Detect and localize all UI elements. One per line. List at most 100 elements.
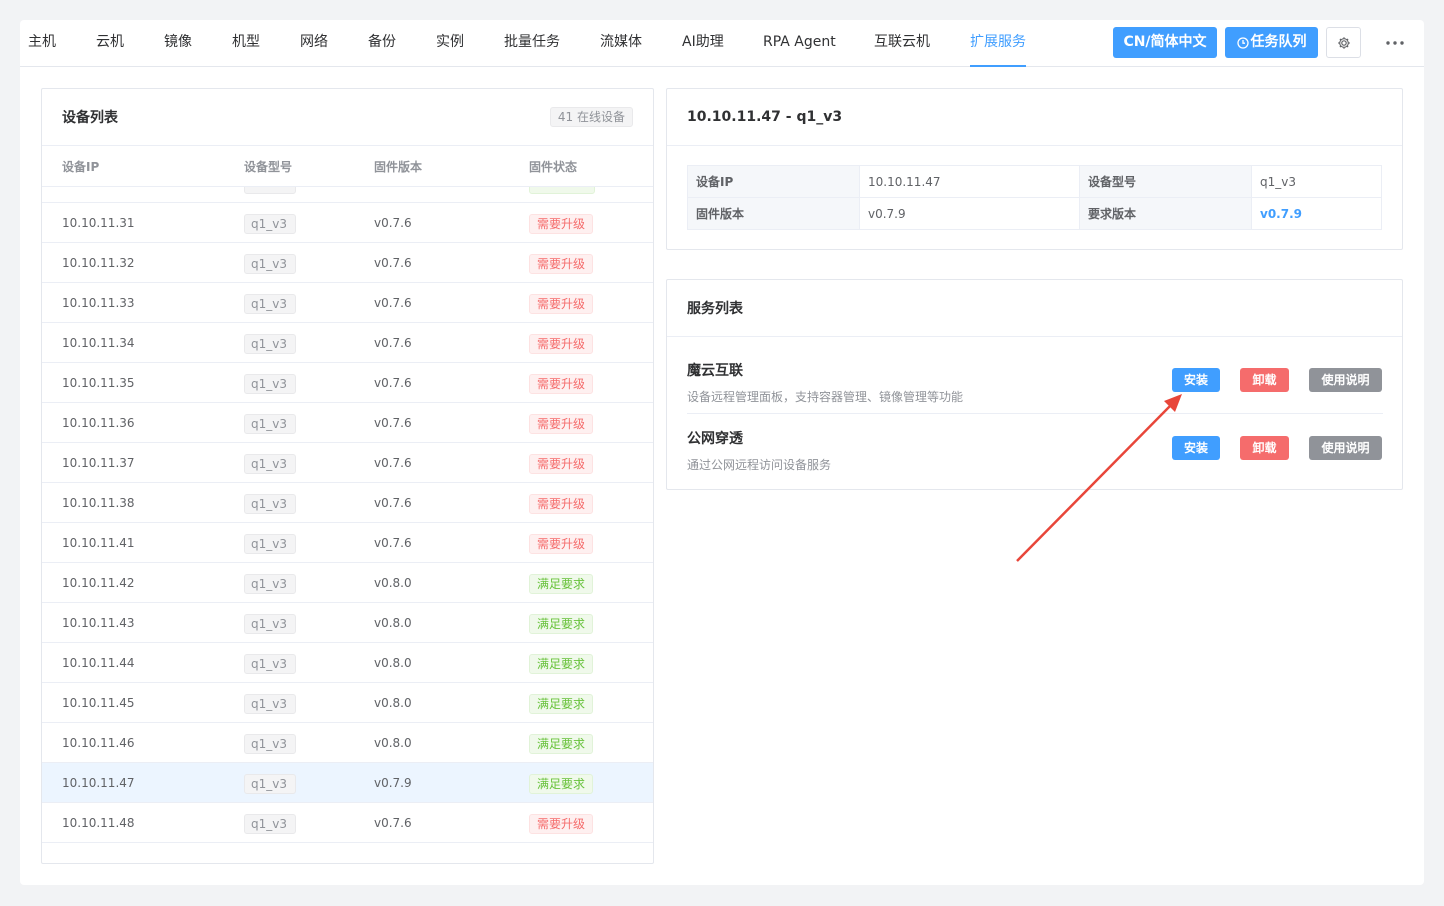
tab-host[interactable]: 主机 — [28, 20, 56, 67]
row-status-tag: 需要升级 — [529, 814, 594, 834]
uninstall-button[interactable]: 卸载 — [1240, 368, 1289, 392]
column-device-model: 设备型号 — [244, 160, 293, 174]
row-device-ip: 10.10.11.47 — [62, 776, 135, 790]
table-row[interactable]: 10.10.11.38 q1_v3 v0.7.6 需要升级 — [42, 483, 653, 523]
table-row[interactable]: 10.10.11.48 q1_v3 v0.7.6 需要升级 — [42, 803, 653, 843]
device-detail-header: 10.10.11.47 - q1_v3 — [667, 89, 1402, 146]
top-nav: 主机 云机 镜像 机型 网络 备份 实例 批量任务 流媒体 AI助理 RPA A… — [20, 20, 1424, 67]
row-device-ip: 10.10.11.44 — [62, 656, 135, 670]
device-ip-value: 10.10.11.47 — [859, 165, 1080, 198]
service-item-tunnel: 公网穿透 通过公网远程访问设备服务 安装 卸载 使用说明 — [687, 428, 1383, 482]
row-firmware-version: v0.7.6 — [374, 376, 412, 390]
table-row[interactable]: 10.10.11.43 q1_v3 v0.8.0 满足要求 — [42, 603, 653, 643]
row-model-tag: q1_v3 — [244, 294, 296, 314]
table-row[interactable]: 10.10.11.45 q1_v3 v0.8.0 满足要求 — [42, 683, 653, 723]
column-device-ip: 设备IP — [62, 160, 100, 174]
row-model-tag: q1_v3 — [244, 574, 296, 594]
row-firmware-version: v0.8.0 — [374, 616, 412, 630]
tab-instance[interactable]: 实例 — [436, 20, 464, 67]
service-item-moyun: 魔云互联 设备远程管理面板，支持容器管理、镜像管理等功能 安装 卸载 使用说明 — [687, 360, 1383, 414]
row-firmware-version: v0.8.0 — [374, 656, 412, 670]
table-row[interactable]: 10.10.11.35 q1_v3 v0.7.6 需要升级 — [42, 363, 653, 403]
row-model-tag: q1_v3 — [244, 534, 296, 554]
install-button[interactable]: 安装 — [1172, 436, 1220, 460]
device-list-title: 设备列表 — [62, 110, 118, 126]
tab-batch-task[interactable]: 批量任务 — [504, 20, 560, 67]
row-model-tag: q1_v3 — [244, 254, 296, 274]
row-firmware-version: v0.8.0 — [374, 736, 412, 750]
guide-button[interactable]: 使用说明 — [1309, 368, 1382, 392]
row-status-tag: 满足要求 — [529, 614, 594, 634]
row-firmware-version: v0.7.6 — [374, 256, 412, 270]
row-model-tag: q1_v3 — [244, 734, 296, 754]
table-row-partial[interactable] — [42, 187, 653, 203]
table-row[interactable]: 10.10.11.41 q1_v3 v0.7.6 需要升级 — [42, 523, 653, 563]
row-firmware-version: v0.7.6 — [374, 496, 412, 510]
table-row[interactable]: 10.10.11.37 q1_v3 v0.7.6 需要升级 — [42, 443, 653, 483]
task-queue-label: 任务队列 — [1250, 34, 1307, 50]
task-queue-button[interactable]: 任务队列 — [1225, 27, 1318, 58]
row-status-tag: 满足要求 — [529, 654, 594, 674]
tab-model[interactable]: 机型 — [232, 20, 260, 67]
device-table-body[interactable]: 10.10.11.31 q1_v3 v0.7.6 需要升级 10.10.11.32 q1_… — [42, 187, 653, 854]
row-status-tag: 需要升级 — [529, 214, 594, 234]
row-status-tag: 需要升级 — [529, 414, 594, 434]
row-device-ip: 10.10.11.34 — [62, 336, 135, 350]
device-list-header: 设备列表 41 在线设备 — [42, 89, 653, 146]
tab-image[interactable]: 镜像 — [164, 20, 192, 67]
tab-ai-assistant[interactable]: AI助理 — [682, 20, 724, 67]
row-model-tag: q1_v3 — [244, 494, 296, 514]
row-status-tag: 满足要求 — [529, 774, 594, 794]
table-row[interactable]: 10.10.11.36 q1_v3 v0.7.6 需要升级 — [42, 403, 653, 443]
guide-button[interactable]: 使用说明 — [1309, 436, 1382, 460]
service-list-card: 服务列表 魔云互联 设备远程管理面板，支持容器管理、镜像管理等功能 安装 卸载 … — [666, 279, 1403, 490]
device-info-table: 设备IP 10.10.11.47 设备型号 q1_v3 固件版本 v0.7.9 … — [687, 165, 1382, 230]
row-device-ip: 10.10.11.38 — [62, 496, 135, 510]
table-row[interactable]: 10.10.11.31 q1_v3 v0.7.6 需要升级 — [42, 203, 653, 243]
row-status-tag: 需要升级 — [529, 254, 594, 274]
row-device-ip: 10.10.11.35 — [62, 376, 135, 390]
table-row[interactable]: 10.10.11.32 q1_v3 v0.7.6 需要升级 — [42, 243, 653, 283]
settings-button[interactable] — [1326, 27, 1361, 58]
row-firmware-version: v0.8.0 — [374, 576, 412, 590]
table-row[interactable]: 10.10.11.44 q1_v3 v0.8.0 满足要求 — [42, 643, 653, 683]
install-button[interactable]: 安装 — [1172, 368, 1220, 392]
uninstall-button[interactable]: 卸载 — [1240, 436, 1289, 460]
app-shell: 主机 云机 镜像 机型 网络 备份 实例 批量任务 流媒体 AI助理 RPA A… — [20, 20, 1424, 885]
row-device-ip: 10.10.11.31 — [62, 216, 135, 230]
table-row[interactable]: 10.10.11.33 q1_v3 v0.7.6 需要升级 — [42, 283, 653, 323]
more-icon[interactable] — [1384, 32, 1406, 54]
table-row[interactable]: 10.10.11.34 q1_v3 v0.7.6 需要升级 — [42, 323, 653, 363]
table-row[interactable]: 10.10.11.42 q1_v3 v0.8.0 满足要求 — [42, 563, 653, 603]
row-device-ip: 10.10.11.45 — [62, 696, 135, 710]
tab-rpa-agent[interactable]: RPA Agent — [763, 20, 836, 67]
firmware-version-value: v0.7.9 — [859, 197, 1080, 230]
tab-network[interactable]: 网络 — [300, 20, 328, 67]
column-firmware-version: 固件版本 — [374, 160, 423, 174]
table-row[interactable]: 10.10.11.47 q1_v3 v0.7.9 满足要求 — [42, 763, 653, 803]
model-tag — [244, 187, 296, 194]
required-version-label: 要求版本 — [1079, 197, 1252, 230]
row-device-ip: 10.10.11.46 — [62, 736, 135, 750]
tab-cloud-machine[interactable]: 云机 — [96, 20, 124, 67]
device-ip-label: 设备IP — [687, 165, 860, 198]
firmware-version-label: 固件版本 — [687, 197, 860, 230]
row-model-tag: q1_v3 — [244, 414, 296, 434]
row-firmware-version: v0.7.6 — [374, 416, 412, 430]
table-row[interactable]: 10.10.11.46 q1_v3 v0.8.0 满足要求 — [42, 723, 653, 763]
tab-backup[interactable]: 备份 — [368, 20, 396, 67]
online-count-badge: 41 在线设备 — [549, 107, 633, 127]
row-model-tag: q1_v3 — [244, 694, 296, 714]
language-button[interactable]: CN/简体中文 — [1113, 27, 1217, 58]
tab-extension-service[interactable]: 扩展服务 — [970, 20, 1026, 67]
device-detail-card: 10.10.11.47 - q1_v3 设备IP 10.10.11.47 设备型… — [666, 88, 1403, 250]
row-model-tag: q1_v3 — [244, 374, 296, 394]
row-model-tag: q1_v3 — [244, 454, 296, 474]
row-firmware-version: v0.7.6 — [374, 816, 412, 830]
tab-streaming[interactable]: 流媒体 — [600, 20, 642, 67]
tab-connected-cloud[interactable]: 互联云机 — [874, 20, 930, 67]
service-list-title: 服务列表 — [687, 301, 743, 317]
row-device-ip: 10.10.11.37 — [62, 456, 135, 470]
row-device-ip: 10.10.11.41 — [62, 536, 135, 550]
column-firmware-status: 固件状态 — [529, 160, 578, 174]
